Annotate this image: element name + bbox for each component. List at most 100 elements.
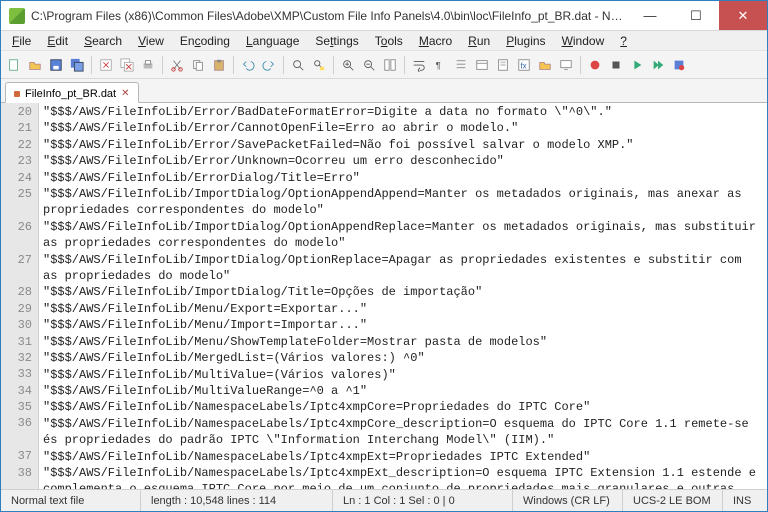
menu-item[interactable]: Language [239,32,306,50]
folder-view-icon[interactable] [536,56,554,74]
file-tab[interactable]: FileInfo_pt_BR.dat ✕ [5,82,139,103]
code-line[interactable]: "$$$/AWS/FileInfoLib/ImportDialog/Option… [43,252,763,285]
close-all-icon[interactable] [118,56,136,74]
code-line[interactable]: "$$$/AWS/FileInfoLib/MultiValue=(Vários … [43,367,763,383]
toolbar-separator [283,56,284,74]
code-line[interactable]: "$$$/AWS/FileInfoLib/ImportDialog/Option… [43,186,763,219]
menu-item[interactable]: Window [555,32,612,50]
code-line[interactable]: "$$$/AWS/FileInfoLib/NamespaceLabels/Ipt… [43,465,763,489]
line-number: 25 [1,186,32,219]
svg-text:fx: fx [521,61,527,70]
code-line[interactable]: "$$$/AWS/FileInfoLib/Menu/ShowTemplateFo… [43,334,763,350]
doc-map-icon[interactable] [494,56,512,74]
replace-icon[interactable] [310,56,328,74]
code-line[interactable]: "$$$/AWS/FileInfoLib/NamespaceLabels/Ipt… [43,399,763,415]
toolbar-separator [580,56,581,74]
line-number: 33 [1,366,32,382]
line-number: 37 [1,448,32,464]
cut-icon[interactable] [168,56,186,74]
menu-item[interactable]: Plugins [499,32,552,50]
tabbar: FileInfo_pt_BR.dat ✕ [1,79,767,103]
app-window: C:\Program Files (x86)\Common Files\Adob… [0,0,768,512]
editor[interactable]: 2021222324252627282930313233343536373839… [1,103,767,489]
line-number: 31 [1,334,32,350]
zoom-in-icon[interactable] [339,56,357,74]
file-modified-icon [14,91,20,97]
status-length: length : 10,548 lines : 114 [141,490,333,511]
print-icon[interactable] [139,56,157,74]
zoom-out-icon[interactable] [360,56,378,74]
record-macro-icon[interactable] [586,56,604,74]
close-button[interactable]: ✕ [719,1,767,30]
save-macro-icon[interactable] [670,56,688,74]
toolbar: ¶ fx [1,51,767,79]
code-line[interactable]: "$$$/AWS/FileInfoLib/Error/CannotOpenFil… [43,120,763,136]
save-icon[interactable] [47,56,65,74]
code-line[interactable]: "$$$/AWS/FileInfoLib/MergedList=(Vários … [43,350,763,366]
indent-guide-icon[interactable] [452,56,470,74]
line-number-gutter: 2021222324252627282930313233343536373839… [1,103,39,489]
open-file-icon[interactable] [26,56,44,74]
minimize-button[interactable]: — [627,1,673,30]
menu-item[interactable]: Edit [40,32,75,50]
menu-item[interactable]: Run [461,32,497,50]
find-icon[interactable] [289,56,307,74]
line-number: 22 [1,137,32,153]
user-lang-icon[interactable] [473,56,491,74]
line-number: 32 [1,350,32,366]
status-insert-mode[interactable]: INS [723,490,767,511]
code-line[interactable]: "$$$/AWS/FileInfoLib/Menu/Export=Exporta… [43,301,763,317]
toolbar-separator [91,56,92,74]
toolbar-separator [233,56,234,74]
menu-item[interactable]: File [5,32,38,50]
code-line[interactable]: "$$$/AWS/FileInfoLib/Error/BadDateFormat… [43,104,763,120]
code-line[interactable]: "$$$/AWS/FileInfoLib/Menu/Import=Importa… [43,317,763,333]
save-all-icon[interactable] [68,56,86,74]
menu-item[interactable]: View [131,32,171,50]
code-line[interactable]: "$$$/AWS/FileInfoLib/Error/Unknown=Ocorr… [43,153,763,169]
toolbar-separator [404,56,405,74]
line-number: 36 [1,415,32,448]
app-icon [9,8,25,24]
code-line[interactable]: "$$$/AWS/FileInfoLib/Error/SavePacketFai… [43,137,763,153]
code-line[interactable]: "$$$/AWS/FileInfoLib/ImportDialog/Title=… [43,284,763,300]
play-macro-icon[interactable] [628,56,646,74]
code-area[interactable]: "$$$/AWS/FileInfoLib/Error/BadDateFormat… [39,103,767,489]
status-eol[interactable]: Windows (CR LF) [513,490,623,511]
code-line[interactable]: "$$$/AWS/FileInfoLib/NamespaceLabels/Ipt… [43,416,763,449]
play-multi-icon[interactable] [649,56,667,74]
menu-item[interactable]: Settings [308,32,365,50]
monitor-icon[interactable] [557,56,575,74]
svg-text:¶: ¶ [436,60,441,71]
code-line[interactable]: "$$$/AWS/FileInfoLib/MultiValueRange=^0 … [43,383,763,399]
code-line[interactable]: "$$$/AWS/FileInfoLib/ImportDialog/Option… [43,219,763,252]
menu-item[interactable]: Search [77,32,129,50]
func-list-icon[interactable]: fx [515,56,533,74]
line-number: 23 [1,153,32,169]
menu-item[interactable]: Tools [368,32,410,50]
show-all-chars-icon[interactable]: ¶ [431,56,449,74]
undo-icon[interactable] [239,56,257,74]
status-position: Ln : 1 Col : 1 Sel : 0 | 0 [333,490,513,511]
word-wrap-icon[interactable] [410,56,428,74]
copy-icon[interactable] [189,56,207,74]
menu-item[interactable]: ? [613,32,634,50]
status-encoding[interactable]: UCS-2 LE BOM [623,490,723,511]
close-file-icon[interactable] [97,56,115,74]
tab-close-icon[interactable]: ✕ [121,88,129,99]
titlebar[interactable]: C:\Program Files (x86)\Common Files\Adob… [1,1,767,31]
sync-vscroll-icon[interactable] [381,56,399,74]
line-number: 35 [1,399,32,415]
menu-item[interactable]: Encoding [173,32,237,50]
stop-macro-icon[interactable] [607,56,625,74]
line-number: 27 [1,252,32,285]
new-file-icon[interactable] [5,56,23,74]
code-line[interactable]: "$$$/AWS/FileInfoLib/NamespaceLabels/Ipt… [43,449,763,465]
maximize-button[interactable]: ☐ [673,1,719,30]
menu-item[interactable]: Macro [412,32,459,50]
code-line[interactable]: "$$$/AWS/FileInfoLib/ErrorDialog/Title=E… [43,170,763,186]
window-title: C:\Program Files (x86)\Common Files\Adob… [31,9,627,23]
line-number: 29 [1,301,32,317]
redo-icon[interactable] [260,56,278,74]
paste-icon[interactable] [210,56,228,74]
